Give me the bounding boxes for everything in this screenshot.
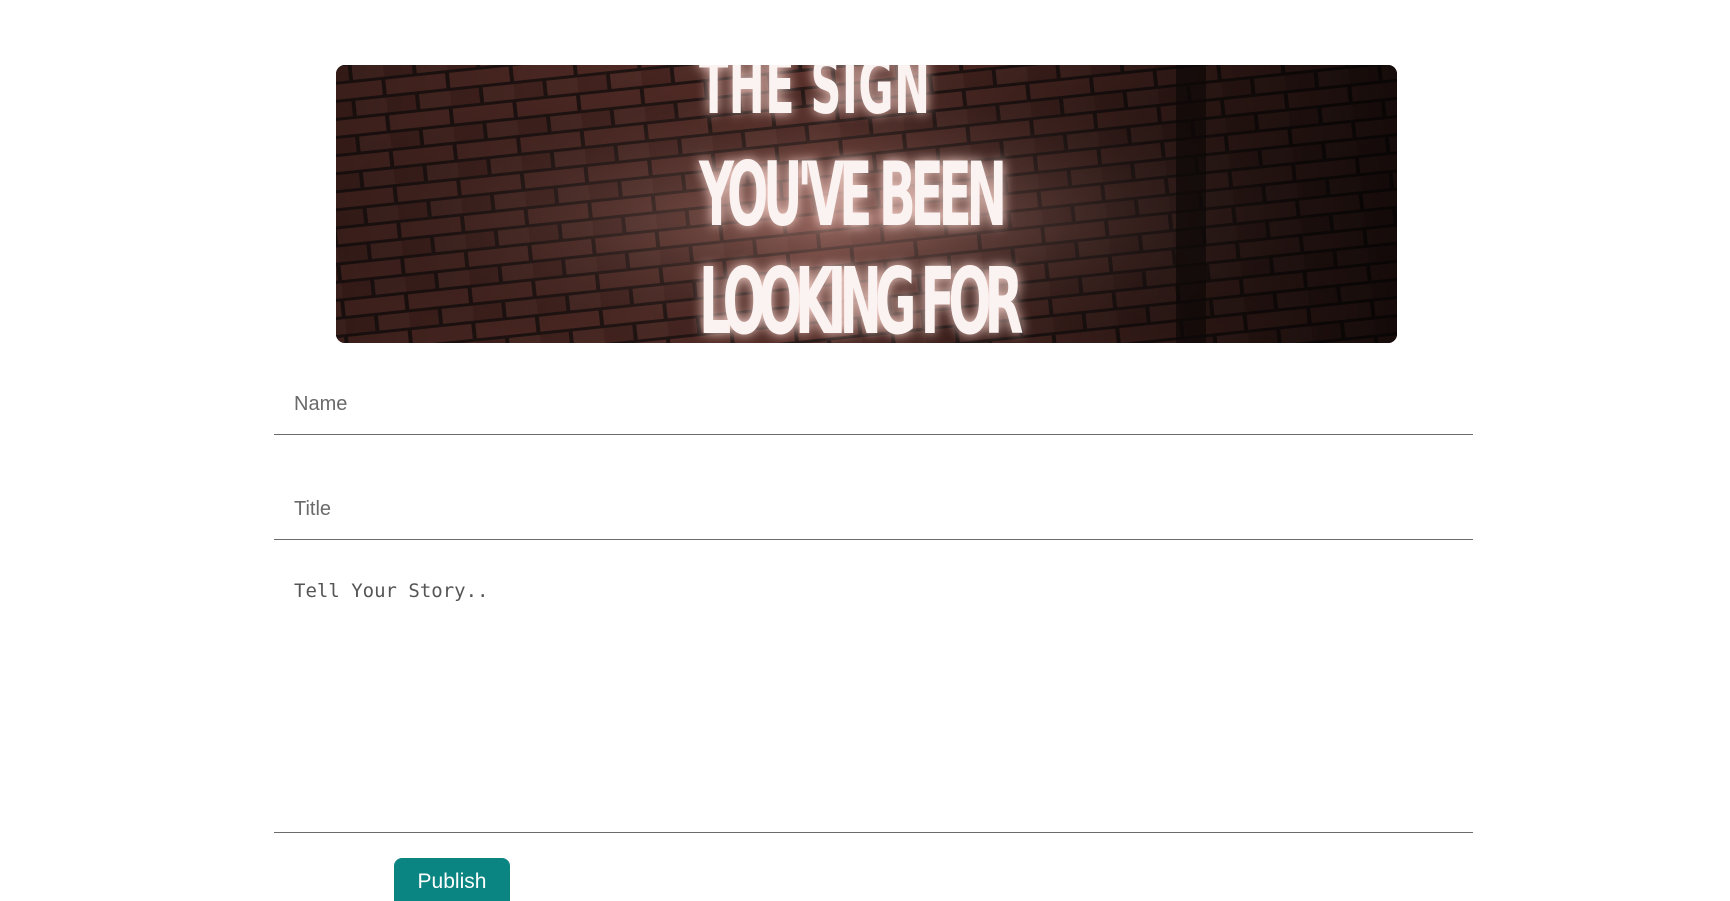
publish-button[interactable]: Publish: [394, 858, 510, 901]
story-textarea[interactable]: [274, 560, 1473, 833]
title-input[interactable]: [274, 480, 1473, 540]
neon-line-3: LOOKING FOR: [699, 247, 1024, 343]
name-input[interactable]: [274, 375, 1473, 435]
neon-line-2: YOU'VE BEEN: [698, 143, 1007, 246]
banner-image: THE SIGN YOU'VE BEEN LOOKING FOR: [336, 65, 1397, 343]
publish-story-page: THE SIGN YOU'VE BEEN LOOKING FOR Publish: [0, 0, 1730, 901]
neon-line-1: THE SIGN: [699, 65, 930, 132]
